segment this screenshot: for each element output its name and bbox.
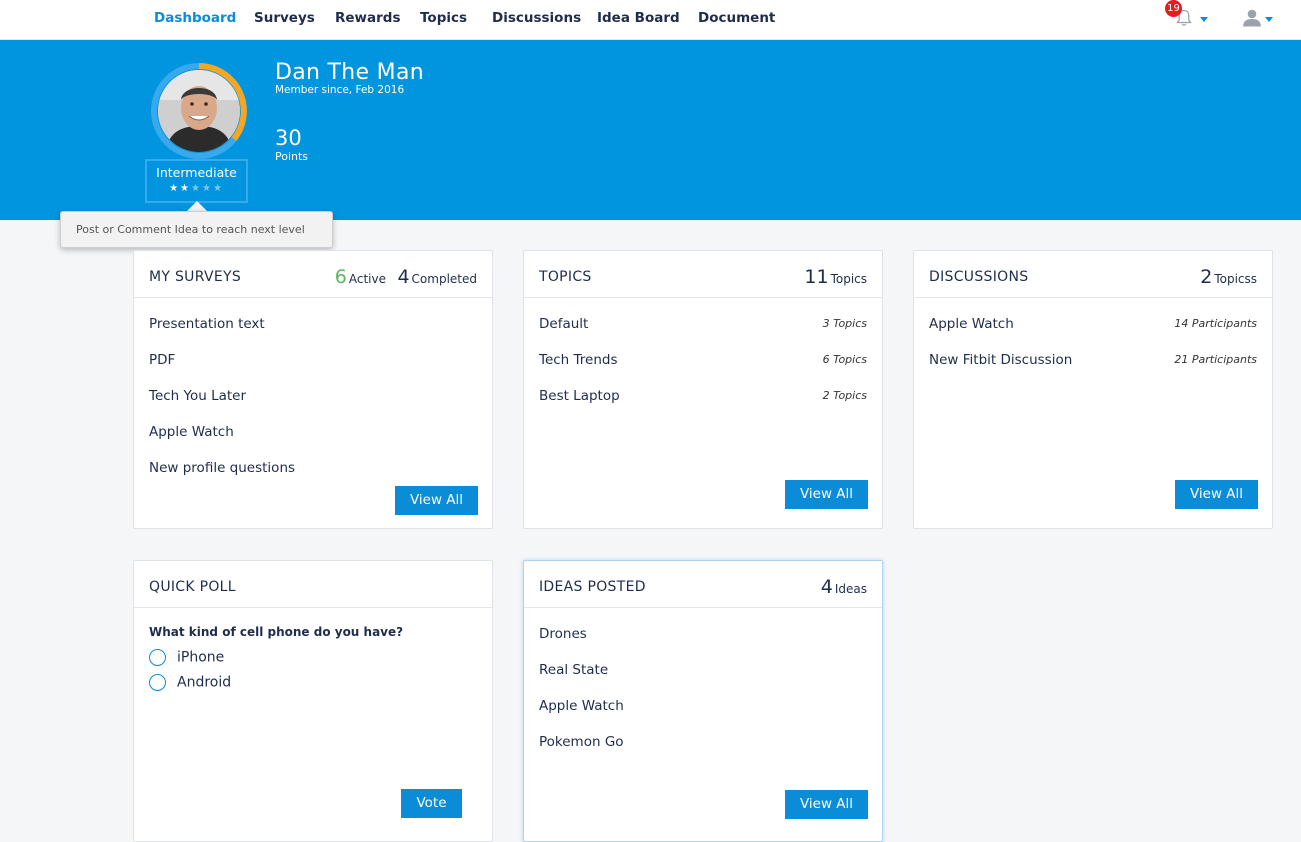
topics-count: 11 (804, 266, 829, 288)
discussion-label: Apple Watch (929, 316, 1014, 332)
discussions-card: DISCUSSIONS 2 Topicss Apple Watch 14 Part… (913, 250, 1273, 529)
card-title: QUICK POLL (149, 579, 236, 595)
user-menu[interactable] (1240, 6, 1276, 34)
list-item[interactable]: Real State (539, 662, 867, 682)
user-icon (1243, 9, 1261, 27)
nav-topics[interactable]: Topics (420, 10, 467, 26)
nav-discussions[interactable]: Discussions (492, 10, 581, 26)
poll-option-android[interactable]: Android (149, 674, 231, 691)
ideas-view-all-button[interactable]: View All (785, 790, 868, 819)
notifications-menu[interactable]: 19 (1165, 0, 1212, 34)
star-icon: ★ (201, 183, 213, 194)
topic-label: Tech Trends (539, 352, 618, 368)
poll-option-iphone[interactable]: iPhone (149, 649, 224, 666)
topics-stats: 11 Topics (804, 266, 867, 288)
card-title: TOPICS (539, 269, 592, 285)
star-icon: ★ (169, 183, 181, 194)
list-item[interactable]: Tech Trends 6 Topics (539, 352, 867, 372)
nav-rewards[interactable]: Rewards (335, 10, 401, 26)
discussion-label: New Fitbit Discussion (929, 352, 1073, 368)
card-title: IDEAS POSTED (539, 579, 646, 595)
list-item[interactable]: Best Laptop 2 Topics (539, 388, 867, 408)
topics-count-label: Topics (830, 272, 867, 286)
list-item[interactable]: New Fitbit Discussion 21 Participants (929, 352, 1257, 372)
discussions-stats: 2 Topicss (1200, 266, 1257, 288)
card-header: DISCUSSIONS 2 Topicss (914, 251, 1272, 298)
tooltip-arrow (187, 201, 207, 211)
notification-count-badge: 19 (1165, 0, 1182, 17)
poll-option-label: Android (177, 674, 232, 691)
poll-option-label: iPhone (177, 649, 225, 666)
profile-hero: Intermediate ★★★★★ Dan The Man Member si… (0, 40, 1301, 220)
list-item[interactable]: Presentation text (149, 316, 477, 336)
nav-dashboard[interactable]: Dashboard (154, 10, 236, 26)
list-item[interactable]: PDF (149, 352, 477, 372)
level-progress-ring (150, 62, 248, 160)
star-icon: ★ (212, 183, 224, 194)
completed-count: 4 (397, 266, 410, 288)
discussions-count-label: Topicss (1214, 272, 1257, 286)
star-icon: ★ (191, 183, 202, 194)
ideas-count: 4 (820, 576, 833, 598)
topic-count: 2 Topics (822, 389, 867, 402)
card-header: MY SURVEYS 6 Active 4 Completed (134, 251, 492, 298)
card-header: IDEAS POSTED 4 Ideas (524, 561, 882, 608)
chevron-down-icon (1200, 17, 1208, 22)
nav-document[interactable]: Document (698, 10, 775, 26)
radio-button[interactable] (149, 674, 166, 691)
avatar-photo (158, 70, 240, 152)
user-name: Dan The Man (275, 60, 424, 85)
participant-count: 14 Participants (1174, 317, 1257, 330)
list-item[interactable]: New profile questions (149, 460, 477, 480)
points-label: Points (275, 150, 309, 163)
topic-count: 6 Topics (822, 353, 867, 366)
my-surveys-card: MY SURVEYS 6 Active 4 Completed Presentati… (133, 250, 493, 529)
surveys-view-all-button[interactable]: View All (395, 486, 478, 515)
level-label: Intermediate (156, 165, 237, 180)
active-count: 6 (334, 266, 347, 288)
list-item[interactable]: Apple Watch (539, 698, 867, 718)
topic-count: 3 Topics (822, 317, 867, 330)
vote-button[interactable]: Vote (401, 789, 462, 818)
nav-surveys[interactable]: Surveys (254, 10, 315, 26)
list-item[interactable]: Tech You Later (149, 388, 477, 408)
participant-count: 21 Participants (1174, 353, 1257, 366)
list-item[interactable]: Default 3 Topics (539, 316, 867, 336)
radio-button[interactable] (149, 649, 166, 666)
topic-label: Best Laptop (539, 388, 620, 404)
topics-card: TOPICS 11 Topics Default 3 Topics Tech Tr… (523, 250, 883, 529)
points-value: 30 (275, 126, 302, 150)
list-item[interactable]: Apple Watch 14 Participants (929, 316, 1257, 336)
discussions-count: 2 (1200, 266, 1213, 288)
level-badge[interactable]: Intermediate ★★★★★ (145, 159, 248, 203)
card-title: MY SURVEYS (149, 269, 242, 285)
list-item[interactable]: Drones (539, 626, 867, 646)
topics-view-all-button[interactable]: View All (785, 480, 868, 509)
card-header: TOPICS 11 Topics (524, 251, 882, 298)
card-header: QUICK POLL (134, 561, 492, 608)
nav-idea-board[interactable]: Idea Board (597, 10, 680, 26)
list-item[interactable]: Apple Watch (149, 424, 477, 444)
top-navbar: Dashboard Surveys Rewards Topics Discuss… (0, 0, 1301, 40)
avatar (158, 70, 240, 152)
member-since: Member since, Feb 2016 (275, 84, 405, 96)
chevron-down-icon (1265, 17, 1273, 22)
topic-label: Default (539, 316, 589, 332)
quick-poll-card: QUICK POLL What kind of cell phone do yo… (133, 560, 493, 842)
ideas-stats: 4 Ideas (821, 576, 867, 598)
star-icon: ★ (180, 183, 192, 194)
ideas-count-label: Ideas (834, 582, 867, 596)
completed-label: Completed (411, 272, 477, 286)
active-label: Active (348, 272, 386, 286)
card-title: DISCUSSIONS (929, 269, 1029, 285)
level-tooltip: Post or Comment Idea to reach next level (60, 211, 333, 248)
level-stars: ★★★★★ (147, 183, 246, 194)
discussions-view-all-button[interactable]: View All (1175, 480, 1258, 509)
ideas-posted-card: IDEAS POSTED 4 Ideas Drones Real State Ap… (523, 560, 883, 842)
list-item[interactable]: Pokemon Go (539, 734, 867, 754)
poll-question: What kind of cell phone do you have? (149, 625, 404, 639)
survey-stats: 6 Active 4 Completed (335, 266, 477, 288)
